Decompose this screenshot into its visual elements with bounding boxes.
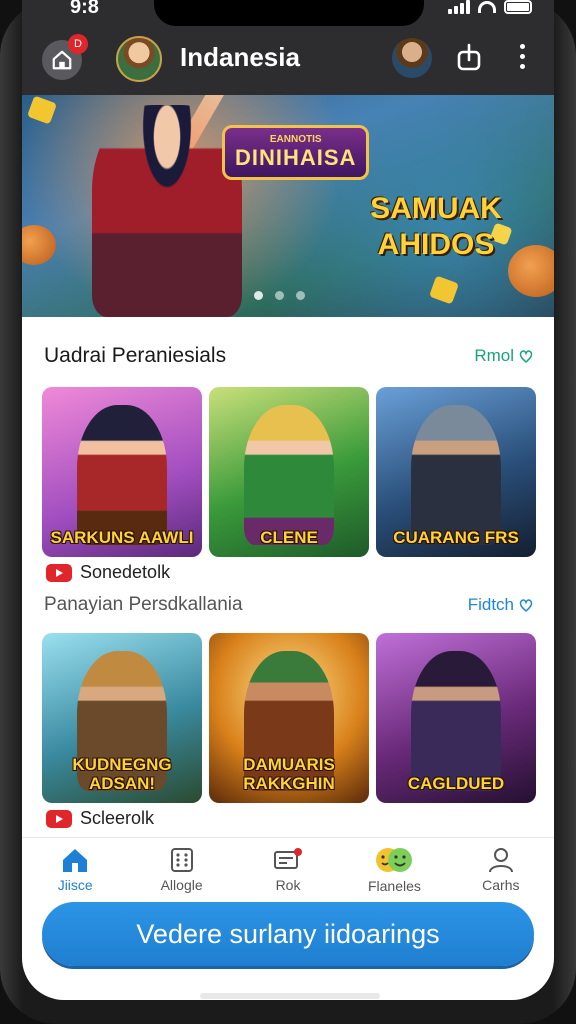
card-label: SARKUNS AAWLI [50, 528, 194, 547]
card-character-art [411, 651, 501, 791]
nav-label: Allogle [160, 876, 203, 893]
status-icons [448, 0, 532, 14]
home-button[interactable]: D [42, 34, 88, 80]
see-more-label: Rmol [474, 346, 514, 365]
page-title: Indanesia [180, 42, 300, 72]
game-card[interactable]: SARKUNS AAWLI [42, 387, 202, 557]
nav-label: Rok [275, 876, 301, 893]
wifi-icon [478, 1, 496, 13]
card-character-art [77, 405, 167, 545]
game-card[interactable]: KUDNEGNG ADSAN! [42, 633, 202, 803]
pumpkin-art [22, 225, 56, 265]
notification-badge: D [68, 34, 88, 54]
section-header: Uadrai Peraniesials Rmol [44, 344, 534, 368]
friend-avatar[interactable] [392, 38, 432, 78]
cta-button[interactable]: Vedere surlany iidoarings [42, 902, 534, 966]
see-more-link[interactable]: Rmol [474, 346, 534, 366]
nav-item-friends[interactable]: Flaneles [341, 838, 447, 901]
home-indicator[interactable] [200, 993, 380, 999]
banner-warrior-art [92, 105, 242, 317]
nav-item-store[interactable]: Rok [235, 838, 341, 901]
game-card[interactable]: DAMUARIS RAKKGHIN [209, 633, 369, 803]
coin-art [26, 95, 58, 125]
card-label: DAMUARIS RAKKGHIN [243, 755, 335, 793]
nav-label: Jiisce [57, 876, 93, 893]
coin-art [428, 275, 460, 305]
card-label: CUARANG FRS [393, 528, 519, 547]
nav-label: Flaneles [367, 877, 421, 894]
bottom-nav: Jiisce Allogle Rok Flaneles Carhs [22, 837, 554, 901]
nav-item-home[interactable]: Jiisce [22, 838, 128, 901]
nav-item-apps[interactable]: Allogle [128, 838, 234, 901]
section-title: Panayian Persdkallania [44, 594, 243, 615]
profile-icon [488, 847, 513, 872]
card-label: CAGLDUED [407, 774, 505, 793]
card-label: CLENE [260, 528, 318, 547]
carousel-dot[interactable] [275, 291, 284, 300]
more-menu-button[interactable] [514, 44, 530, 74]
see-more-label: Fidtch [467, 595, 514, 614]
video-play-icon [46, 563, 72, 582]
channel-name: Scleerolk [80, 808, 155, 828]
heart-icon [519, 599, 533, 612]
game-card[interactable]: CLENE [209, 387, 369, 557]
section-header: Panayian Persdkallania Fidtch [44, 594, 534, 616]
home-icon [63, 848, 88, 872]
share-icon[interactable] [454, 42, 484, 72]
nav-label: Carhs [482, 876, 520, 893]
channel-name: Sonedetolk [80, 562, 171, 582]
user-avatar[interactable] [116, 36, 162, 82]
channel-row[interactable]: Scleerolk [46, 808, 154, 829]
channel-row[interactable]: Sonedetolk [46, 562, 170, 583]
camera-notch [154, 0, 424, 26]
section-title: Uadrai Peraniesials [44, 344, 227, 367]
game-card[interactable]: CUARANG FRS [376, 387, 536, 557]
banner-headline: SAMUAK AHIDOS [336, 191, 536, 263]
signal-icon [448, 0, 470, 14]
see-more-link[interactable]: Fidtch [468, 595, 534, 615]
card-label: KUDNEGNG ADSAN! [72, 755, 172, 793]
heart-icon [519, 350, 533, 363]
store-icon [274, 847, 303, 869]
card-character-art [411, 405, 501, 545]
game-card[interactable]: CAGLDUED [376, 633, 536, 803]
app-screen: 9:8 D Indanesia EANNOTIS DINIHAISA SAMUA… [22, 0, 554, 1000]
battery-icon [504, 0, 532, 14]
nav-item-profile[interactable]: Carhs [448, 838, 554, 901]
video-play-icon [46, 809, 72, 828]
carousel-dot[interactable] [296, 291, 305, 300]
card-character-art [244, 405, 334, 545]
hero-banner[interactable]: EANNOTIS DINIHAISA SAMUAK AHIDOS [22, 95, 554, 317]
banner-headline-line: SAMUAK [370, 192, 502, 225]
banner-headline-line: AHIDOS [377, 228, 495, 261]
carousel-dots [254, 291, 305, 300]
game-logo: EANNOTIS DINIHAISA [222, 125, 370, 180]
house-icon [52, 50, 72, 70]
logo-title: DINIHAISA [235, 145, 357, 170]
status-time: 9:8 [70, 0, 99, 18]
logo-subtitle: EANNOTIS [269, 134, 322, 145]
grid-icon [170, 847, 193, 872]
friends-icon [376, 847, 413, 872]
carousel-dot-active[interactable] [254, 291, 263, 300]
top-bar: 9:8 D Indanesia [22, 0, 554, 95]
